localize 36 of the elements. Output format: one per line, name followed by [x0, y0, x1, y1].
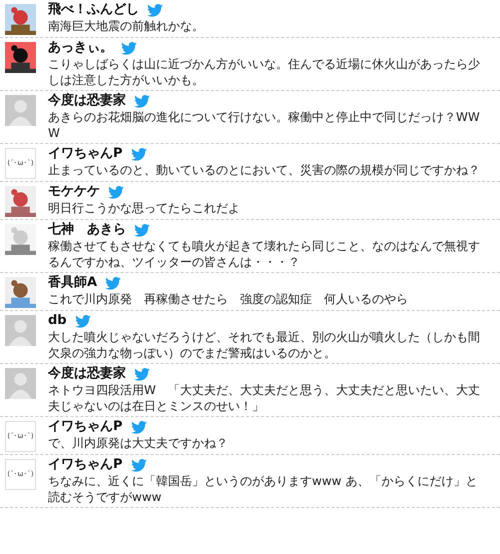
- user-name[interactable]: あっきぃ。: [48, 40, 113, 56]
- tweet-text: ちなみに、近くに「韓国岳」というのがありますwww あ、「からくにだけ」と読むそうですがwww: [48, 473, 478, 505]
- bird-icon: [134, 368, 150, 380]
- avatar-icon: [5, 315, 36, 346]
- bird-icon: [130, 420, 147, 434]
- tweet-text: こりゃしばらくは山に近づかん方がいいな。住んでる近場に休火山があったら少しは注意した方がいいかも。: [48, 56, 481, 88]
- user-name[interactable]: 飛べ！ふんどし: [48, 2, 139, 18]
- bird-icon: [130, 148, 147, 160]
- user-name[interactable]: 七神 あきら: [48, 222, 126, 238]
- user-name[interactable]: モケケケ: [48, 184, 100, 200]
- bird-icon: [147, 4, 163, 16]
- tweet-text: 南海巨大地震の前触れかな。: [48, 18, 205, 34]
- bird-icon: [134, 224, 150, 236]
- bird-icon: [130, 458, 147, 472]
- user-name[interactable]: db: [48, 313, 67, 329]
- bird-icon: [74, 314, 91, 328]
- user-name[interactable]: イワちゃんP: [48, 419, 123, 435]
- tweet-text: で、川内原発は大丈夫ですかね？: [48, 435, 229, 451]
- user-name[interactable]: 今度は恐妻家: [48, 366, 126, 382]
- bird-icon: [134, 94, 150, 108]
- tweet-text: ネトウヨ四段活用W 「大丈夫だ、大丈夫だと思う、大丈夫だと思いたい、大丈夫じゃないのは在日とミンスのせい！」: [48, 382, 481, 414]
- avatar-icon: [5, 368, 36, 399]
- tweet-text: 明日行こうかな思ってたらこれだよ: [48, 200, 241, 216]
- user-name[interactable]: 香具師A: [48, 275, 98, 291]
- bird-icon: [108, 186, 124, 198]
- user-name[interactable]: イワちゃんP: [48, 146, 123, 162]
- avatar-icon: [5, 95, 36, 126]
- tweet-text: 大した噴火じゃないだろうけど、それでも最近、別の火山が噴火した（しかも間欠泉の強力な物っぽい）のでまだ警戒はいるのかと。: [48, 329, 481, 361]
- tweet-text: 稼働させてもさせなくても噴火が起きて壊れたら同じこと、なのはなんで無視するんですかね、ツイッターの皆さんは・・・？: [48, 238, 481, 270]
- bird-icon: [105, 276, 122, 290]
- tweet-text: 止まっているのと、動いているのとにおいて、災害の際の規模が同じですかね？: [48, 162, 481, 178]
- user-name[interactable]: イワちゃんP: [48, 457, 123, 473]
- bird-icon: [121, 42, 137, 54]
- tweet-text: これで川内原発 再稼働させたら 強度の認知症 何人いるのやら: [48, 291, 409, 307]
- tweet-text: あきらのお花畑脳の進化について行けない。稼働中と停止中で同じだっけ？WWW: [48, 109, 481, 141]
- user-name[interactable]: 今度は恐妻家: [48, 93, 126, 109]
